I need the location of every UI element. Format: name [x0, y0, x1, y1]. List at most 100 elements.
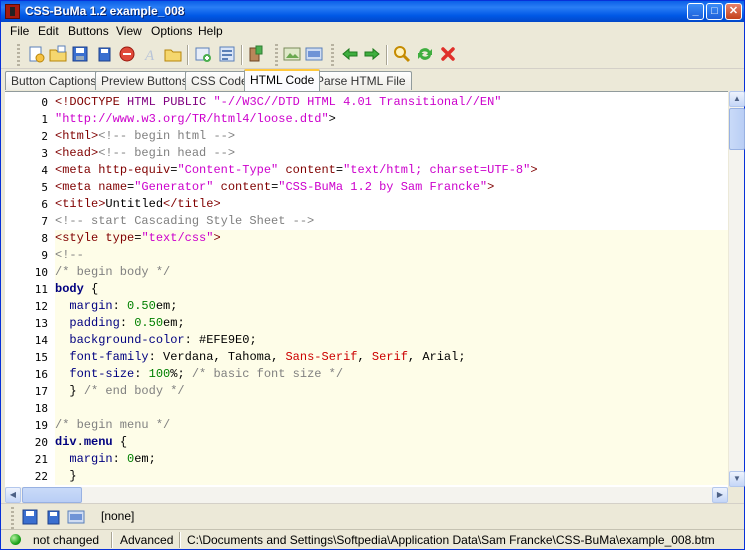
horizontal-scroll-thumb[interactable] — [22, 487, 82, 503]
minimize-button[interactable]: _ — [687, 3, 704, 20]
code-line[interactable]: <title>Untitled</title> — [55, 196, 728, 213]
tab-html-code[interactable]: HTML Code — [244, 69, 321, 91]
code-line[interactable]: <meta name="Generator" content="CSS-BuMa… — [55, 179, 728, 196]
code-line[interactable]: background-color: #EFE9E0; — [55, 332, 728, 349]
menu-buttons[interactable]: Buttons — [68, 24, 109, 38]
save-all-icon[interactable] — [44, 508, 62, 526]
main-window: CSS-BuMa 1.2 example_008 _ □ ✕ File Edit… — [0, 0, 745, 550]
scroll-up-button[interactable]: ▲ — [729, 91, 745, 107]
code-line[interactable]: margin: 0.50em; — [55, 298, 728, 315]
svg-text:A: A — [144, 48, 155, 63]
code-line[interactable]: font-size: 100%; /* basic font size */ — [55, 366, 728, 383]
code-line[interactable]: <!-- start Cascading Style Sheet --> — [55, 213, 728, 230]
toolbar-grip[interactable] — [331, 44, 334, 66]
search-icon[interactable] — [393, 45, 411, 63]
code-line[interactable]: <!-- — [55, 247, 728, 264]
line-number: 2 — [41, 130, 48, 143]
line-number: 5 — [41, 181, 48, 194]
stop-icon[interactable] — [118, 45, 136, 63]
menu-options[interactable]: Options — [151, 24, 192, 38]
vertical-scrollbar[interactable]: ▲ ▼ — [728, 91, 745, 487]
selected-button-label: [none] — [101, 509, 135, 523]
line-number: 7 — [41, 215, 48, 228]
new-document-icon[interactable] — [27, 45, 45, 63]
menu-view[interactable]: View — [116, 24, 142, 38]
code-line[interactable]: "http://www.w3.org/TR/html4/loose.dtd"> — [55, 111, 728, 128]
back-arrow-icon[interactable] — [341, 45, 359, 63]
app-icon[interactable] — [5, 4, 20, 19]
save-all-icon[interactable] — [95, 45, 113, 63]
properties-icon[interactable] — [218, 45, 236, 63]
toolbar: A — [1, 41, 744, 69]
tab-preview-buttons[interactable]: Preview Buttons — [95, 71, 194, 90]
line-number: 10 — [34, 266, 48, 279]
code-line[interactable]: margin: 0em; — [55, 451, 728, 468]
code-line[interactable]: <style type="text/css"> — [55, 230, 728, 247]
line-number: 3 — [41, 147, 48, 160]
toolbar-grip[interactable] — [17, 44, 20, 66]
line-number: 18 — [34, 402, 48, 415]
line-number: 0 — [41, 96, 48, 109]
toolbar-grip[interactable] — [11, 507, 14, 529]
line-number-gutter: 0 1 2 3 4 5 6 7 8 9 10 11 12 13 14 15 16 17 18 19 20 21 22 — [5, 92, 55, 487]
scroll-right-button[interactable]: ▶ — [712, 487, 728, 503]
code-line[interactable]: /* begin menu */ — [55, 417, 728, 434]
export-icon[interactable] — [247, 45, 265, 63]
toolbar-separator — [386, 45, 388, 65]
delete-icon[interactable] — [439, 45, 457, 63]
forward-arrow-icon[interactable] — [363, 45, 381, 63]
status-state: not changed — [33, 533, 100, 547]
code-line[interactable]: <head><!-- begin head --> — [55, 145, 728, 162]
image-icon[interactable] — [283, 45, 301, 63]
bottom-toolbar: [none] — [1, 503, 744, 529]
horizontal-scrollbar[interactable]: ◀ ▶ — [5, 487, 728, 503]
line-number: 6 — [41, 198, 48, 211]
close-button[interactable]: ✕ — [725, 3, 742, 20]
code-line[interactable]: <meta http-equiv="Content-Type" content=… — [55, 162, 728, 179]
code-line[interactable]: padding: 0.50em; — [55, 315, 728, 332]
code-line[interactable]: } — [55, 468, 728, 485]
code-line[interactable]: body { — [55, 281, 728, 298]
preview-icon[interactable] — [305, 45, 323, 63]
code-line[interactable]: div.menu { — [55, 434, 728, 451]
scroll-down-button[interactable]: ▼ — [729, 471, 745, 487]
maximize-button[interactable]: □ — [706, 3, 723, 20]
code-editor[interactable]: 0 1 2 3 4 5 6 7 8 9 10 11 12 13 14 15 16 17 18 19 20 21 22 <!D… — [5, 91, 728, 487]
tab-button-captions[interactable]: Button Captions — [5, 71, 103, 90]
save-icon[interactable] — [71, 45, 89, 63]
line-number: 20 — [34, 436, 48, 449]
status-bar: not changed Advanced C:\Documents and Se… — [1, 529, 744, 549]
menu-help[interactable]: Help — [198, 24, 223, 38]
vertical-scroll-thumb[interactable] — [729, 108, 745, 150]
line-number: 11 — [34, 283, 48, 296]
tab-strip: Button Captions Preview Buttons CSS Code… — [1, 69, 744, 91]
code-line[interactable]: /* begin body */ — [55, 264, 728, 281]
menu-edit[interactable]: Edit — [38, 24, 59, 38]
add-button-icon[interactable] — [194, 45, 212, 63]
preview-icon[interactable] — [67, 508, 85, 526]
toolbar-grip[interactable] — [275, 44, 278, 66]
refresh-icon[interactable] — [416, 45, 434, 63]
menu-file[interactable]: File — [10, 24, 29, 38]
code-line[interactable]: } /* end body */ — [55, 383, 728, 400]
code-line[interactable] — [55, 400, 728, 417]
line-number: 9 — [41, 249, 48, 262]
code-line[interactable]: font-family: Verdana, Tahoma, Sans-Serif… — [55, 349, 728, 366]
code-line[interactable]: <html><!-- begin html --> — [55, 128, 728, 145]
tab-parse-html-file[interactable]: Parse HTML File — [310, 71, 412, 90]
code-line[interactable]: <!DOCTYPE HTML PUBLIC "-//W3C//DTD HTML … — [55, 94, 728, 111]
status-separator — [111, 532, 113, 548]
folder-icon[interactable] — [164, 45, 182, 63]
title-bar[interactable]: CSS-BuMa 1.2 example_008 _ □ ✕ — [1, 1, 744, 22]
font-icon[interactable]: A — [141, 45, 159, 64]
scroll-left-button[interactable]: ◀ — [5, 487, 21, 503]
save-icon[interactable] — [21, 508, 39, 526]
line-number: 22 — [34, 470, 48, 483]
menu-bar: File Edit Buttons View Options Help — [1, 22, 744, 40]
line-number: 8 — [41, 232, 48, 245]
open-folder-icon[interactable] — [49, 45, 67, 63]
status-mode: Advanced — [120, 533, 174, 547]
line-number: 19 — [34, 419, 48, 432]
window-title: CSS-BuMa 1.2 example_008 — [25, 4, 185, 18]
line-number: 12 — [34, 300, 48, 313]
